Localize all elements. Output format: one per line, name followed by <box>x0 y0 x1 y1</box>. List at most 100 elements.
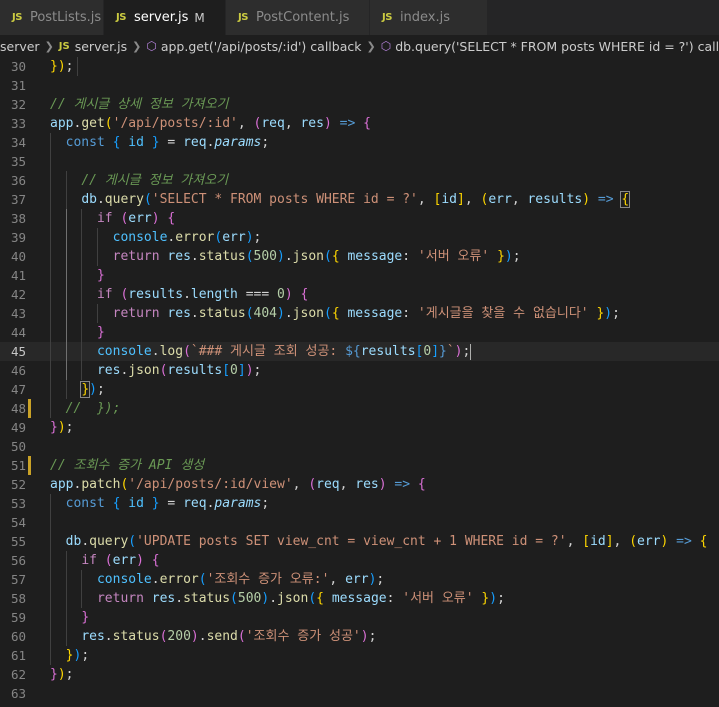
code-line[interactable]: 42 if (results.length === 0) { <box>0 285 719 304</box>
indent-guide <box>50 133 51 152</box>
code-line[interactable]: 51 // 조회수 증가 API 생성 <box>0 456 719 475</box>
change-marker <box>26 323 50 342</box>
code-line[interactable]: 38 if (err) { <box>0 209 719 228</box>
code-text: const { id } = req.params; <box>50 133 719 152</box>
code-editor[interactable]: 30}); 31 32 // 게시글 상세 정보 가져오기 33 app.get('/ap… <box>0 57 719 707</box>
indent-guide <box>96 304 98 323</box>
line-number: 55 <box>10 534 26 549</box>
code-line[interactable]: 47 }); <box>0 380 719 399</box>
line-number: 48 <box>10 401 26 416</box>
code-line[interactable]: 35 <box>0 152 719 171</box>
chevron-right-icon: ❯ <box>366 39 376 53</box>
code-line[interactable]: 50 <box>0 437 719 456</box>
change-marker <box>26 57 50 76</box>
code-line[interactable]: 48 // }); <box>0 399 719 418</box>
code-line[interactable]: 43 return res.status(404).json({ message… <box>0 304 719 323</box>
tab-postlists-js[interactable]: JS PostLists.js <box>0 0 104 35</box>
code-line[interactable]: 34 const { id } = req.params; <box>0 133 719 152</box>
line-number: 31 <box>10 78 26 93</box>
indent-guide <box>50 551 51 570</box>
code-text: app.patch('/api/posts/:id/view', (req, r… <box>50 477 426 492</box>
code-line[interactable]: 57 console.error('조회수 증가 오류:', err); <box>0 570 719 589</box>
code-text: return res.status(500).json({ message: '… <box>50 589 719 608</box>
code-line[interactable]: 33 app.get('/api/posts/:id', (req, res) =… <box>0 114 719 133</box>
indent-guide <box>50 304 51 323</box>
indent-guide <box>65 285 67 304</box>
code-line[interactable]: 52 app.patch('/api/posts/:id/view', (req,… <box>0 475 719 494</box>
code-line[interactable]: 45 console.log(`### 게시글 조회 성공: ${results… <box>0 342 719 361</box>
code-line[interactable]: 56 if (err) { <box>0 551 719 570</box>
line-number: 32 <box>10 97 26 112</box>
indent-guide <box>50 646 51 665</box>
code-text: } <box>50 323 719 342</box>
code-line[interactable]: 54 <box>0 513 719 532</box>
breadcrumb-symbol[interactable]: app.get('/api/posts/:id') callback <box>161 39 362 54</box>
code-line[interactable]: 46 res.json(results[0]); <box>0 361 719 380</box>
code-line[interactable]: 32 // 게시글 상세 정보 가져오기 <box>0 95 719 114</box>
indent-guide <box>81 266 83 285</box>
line-number: 46 <box>10 363 26 378</box>
code-line[interactable]: 49}); <box>0 418 719 437</box>
indent-guide <box>50 399 51 418</box>
tab-server-js[interactable]: JS server.js M <box>104 0 226 35</box>
indent-guide <box>81 209 83 228</box>
indent-guide <box>65 608 67 627</box>
code-line[interactable]: 44 } <box>0 323 719 342</box>
breadcrumb-file[interactable]: server.js <box>75 39 127 54</box>
code-line[interactable]: 37 db.query('SELECT * FROM posts WHERE i… <box>0 190 719 209</box>
code-line[interactable]: 62}); <box>0 665 719 684</box>
indent-guide <box>81 323 83 342</box>
code-line[interactable]: 30}); <box>0 57 719 76</box>
indent-guide <box>50 513 51 532</box>
tab-index-js[interactable]: JS index.js <box>370 0 488 35</box>
code-text: }); <box>50 646 719 665</box>
code-line[interactable]: 55 db.query('UPDATE posts SET view_cnt =… <box>0 532 719 551</box>
indent-guide <box>65 304 67 323</box>
code-line[interactable]: 60 res.status(200).send('조회수 증가 성공'); <box>0 627 719 646</box>
code-line[interactable]: 63 <box>0 684 719 703</box>
code-text: // }); <box>50 399 719 418</box>
change-marker <box>26 399 50 418</box>
indent-guide <box>65 380 67 399</box>
change-marker <box>26 513 50 532</box>
indent-guide <box>50 589 51 608</box>
tab-postcontent-js[interactable]: JS PostContent.js <box>226 0 370 35</box>
indent-guide <box>65 589 67 608</box>
change-marker <box>26 551 50 570</box>
indent-guide <box>50 361 51 380</box>
code-text: app.get('/api/posts/:id', (req, res) => … <box>50 116 371 131</box>
cube-icon: ⬡ <box>146 39 157 53</box>
tab-label: PostContent.js <box>255 10 350 25</box>
line-number: 34 <box>10 135 26 150</box>
breadcrumb-symbol[interactable]: db.query('SELECT * FROM posts WHERE id =… <box>395 39 719 54</box>
indent-guide <box>50 247 51 266</box>
code-text: console.log(`### 게시글 조회 성공: ${results[0]… <box>50 342 719 361</box>
change-marker <box>26 589 50 608</box>
tab-label: index.js <box>399 10 451 25</box>
code-line[interactable]: 40 return res.status(500).json({ message… <box>0 247 719 266</box>
indent-guide <box>65 323 67 342</box>
code-line[interactable]: 39 console.error(err); <box>0 228 719 247</box>
code-line[interactable]: 53 const { id } = req.params; <box>0 494 719 513</box>
line-number: 33 <box>10 116 26 131</box>
indent-guide <box>65 190 67 209</box>
code-text: }); <box>50 420 74 435</box>
code-line[interactable]: 59 } <box>0 608 719 627</box>
indent-guide <box>65 266 67 285</box>
breadcrumb-folder[interactable]: server <box>0 39 40 54</box>
indent-guide <box>65 228 67 247</box>
change-marker <box>26 361 50 380</box>
code-text: db.query('SELECT * FROM posts WHERE id =… <box>50 190 719 209</box>
code-line[interactable]: 31 <box>0 76 719 95</box>
code-line[interactable]: 41 } <box>0 266 719 285</box>
code-text: // 게시글 상세 정보 가져오기 <box>50 97 229 112</box>
line-number: 44 <box>10 325 26 340</box>
code-text <box>50 513 719 532</box>
code-line[interactable]: 61 }); <box>0 646 719 665</box>
code-line[interactable]: 58 return res.status(500).json({ message… <box>0 589 719 608</box>
change-marker <box>26 304 50 323</box>
tab-label: server.js <box>133 10 189 25</box>
code-line[interactable]: 36 // 게시글 정보 가져오기 <box>0 171 719 190</box>
line-number: 36 <box>10 173 26 188</box>
